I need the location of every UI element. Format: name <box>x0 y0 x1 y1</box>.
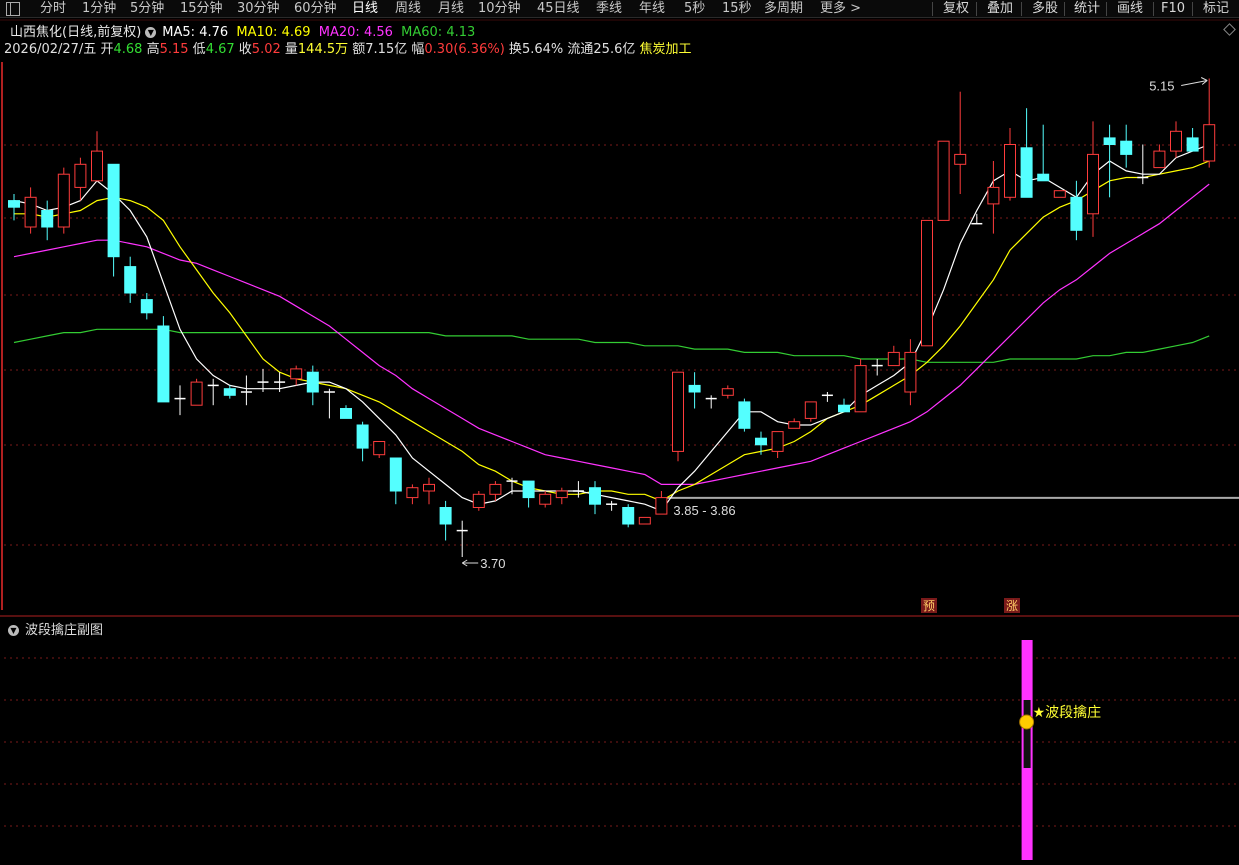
candle-down <box>589 487 601 505</box>
candle-up <box>1004 144 1016 198</box>
candle-down <box>107 163 120 258</box>
candle-down <box>340 408 352 419</box>
candle-up <box>804 401 817 419</box>
high-price-label: 5.15 <box>1149 79 1174 94</box>
candle-down <box>1037 173 1050 182</box>
money-bag-icon <box>1019 714 1035 730</box>
candle-down <box>1103 137 1116 145</box>
candle-down <box>1070 196 1083 231</box>
candle-up <box>638 516 651 525</box>
candle-up <box>954 153 967 165</box>
candle-down <box>140 299 153 314</box>
candle-down <box>439 507 452 525</box>
candle-down <box>755 437 767 446</box>
low-arrow <box>461 559 479 567</box>
candle-up <box>423 483 435 492</box>
candle-down <box>738 401 751 429</box>
candle-down <box>8 200 20 208</box>
candle-up <box>937 140 950 221</box>
candle-up <box>24 196 37 228</box>
ma5-line <box>13 143 1210 512</box>
candle-down <box>1020 147 1033 198</box>
candle-up <box>921 219 933 347</box>
candle-up <box>655 497 668 515</box>
candle-up <box>74 163 87 188</box>
candle-up <box>904 351 917 393</box>
candle-up <box>721 388 734 396</box>
candle-up <box>771 431 784 452</box>
candle-down <box>1186 137 1199 152</box>
candle-down <box>622 507 635 525</box>
candle-up <box>539 493 552 505</box>
candle-up <box>1053 190 1066 198</box>
candle-down <box>1120 140 1133 155</box>
candle-up <box>788 421 801 429</box>
candle-up <box>406 487 419 499</box>
candle-down <box>306 371 319 393</box>
candle-up <box>472 493 485 508</box>
candle-up <box>290 368 303 380</box>
candle-up <box>373 441 386 456</box>
candlestick-chart[interactable]: 5.15 3.70 3.85 - 3.86 预 涨 ★波段擒庄 <box>0 0 1239 865</box>
candle-up <box>91 150 103 182</box>
candle-up <box>1170 130 1182 152</box>
candle-down <box>389 457 402 492</box>
candle-up <box>887 351 900 367</box>
ma10-line <box>14 160 1210 502</box>
candle-up <box>190 381 203 406</box>
candle-down <box>223 388 236 396</box>
candle-up <box>1203 124 1216 162</box>
marker-zhang: 涨 <box>1006 598 1018 613</box>
candle-down <box>838 404 850 413</box>
candle-down <box>522 480 535 499</box>
candle-up <box>987 186 1000 205</box>
candle-up <box>489 483 502 495</box>
signal-bar-gap <box>1023 700 1031 768</box>
candle-down <box>688 384 701 393</box>
candle-up <box>672 371 684 452</box>
candle-down <box>157 325 170 403</box>
candle-up <box>1153 150 1166 169</box>
candle-down <box>124 266 137 294</box>
ma20-line <box>13 183 1210 485</box>
candle-up <box>1087 153 1099 215</box>
ma60-line <box>13 328 1210 363</box>
candle-down <box>41 210 54 228</box>
low-price-label: 3.70 <box>480 556 505 571</box>
candle-up <box>854 365 867 413</box>
signal-label: ★波段擒庄 <box>1033 704 1102 721</box>
candle-down <box>356 424 369 449</box>
candle-up <box>555 490 568 499</box>
marker-yu: 预 <box>923 599 935 613</box>
candle-up <box>57 173 70 228</box>
range-label: 3.85 - 3.86 <box>673 503 735 518</box>
